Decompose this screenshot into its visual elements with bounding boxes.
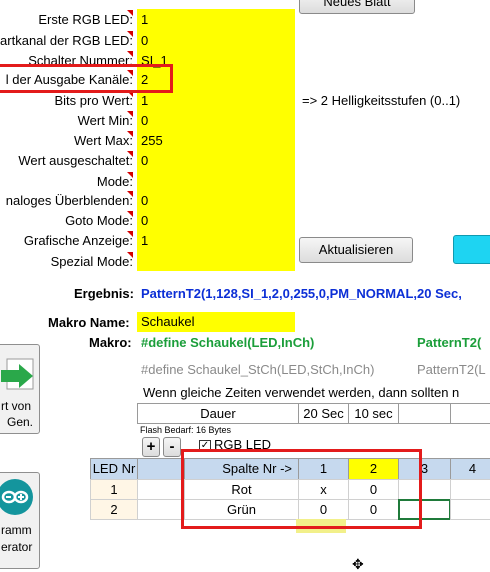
param-label: naloges Überblenden: [5, 193, 133, 208]
result-value: PatternT2(1,128,SI_1,2,0,255,0,PM_NORMAL… [141, 286, 462, 301]
comment-marker-icon [127, 252, 133, 258]
comment-marker-icon [127, 10, 133, 16]
param-label: Wert Min: [77, 113, 133, 128]
side-button-export[interactable]: rt von Gen. [0, 344, 40, 434]
side-button-text: erator [1, 540, 33, 554]
macro-label: Makro: [89, 335, 132, 350]
table-header-led: LED Nr [90, 458, 138, 480]
param-value-graphic-display[interactable]: 1 [141, 231, 148, 251]
comment-marker-icon [127, 172, 133, 178]
macro-pattern-stch: PatternT2(L [417, 362, 486, 377]
led-number: 1 [90, 479, 138, 500]
side-button-text: rt von [1, 399, 32, 413]
comment-marker-icon [127, 111, 133, 117]
arrow-right-icon [0, 357, 37, 395]
param-label: Grafische Anzeige: [23, 233, 133, 248]
comment-marker-icon [127, 51, 133, 57]
side-button-text: ramm [1, 523, 32, 537]
param-label: Erste RGB LED: [38, 12, 133, 27]
param-value-first-rgb-led[interactable]: 1 [141, 10, 148, 30]
param-value-goto-mode[interactable]: 0 [141, 211, 148, 231]
duration-header: Dauer [137, 403, 299, 424]
param-label: Wert Max: [74, 133, 133, 148]
comment-marker-icon [127, 131, 133, 137]
duration-cell-2[interactable]: 10 sec [348, 403, 399, 424]
led-value-cell[interactable] [450, 479, 490, 500]
led-blank [137, 479, 185, 500]
duration-cell-1[interactable]: 20 Sec [298, 403, 349, 424]
highlight-table [181, 449, 422, 529]
comment-marker-icon [127, 191, 133, 197]
param-label: Goto Mode: [65, 213, 133, 228]
update-button[interactable]: Aktualisieren [299, 237, 413, 263]
macro-name-value: Schaukel [141, 314, 195, 329]
cyan-button[interactable] [453, 235, 490, 264]
bits-note: => 2 Helligkeitsstufen (0..1) [302, 93, 461, 108]
param-label: Bits pro Wert: [54, 93, 133, 108]
param-label: Spezial Mode: [50, 254, 133, 269]
param-value-off[interactable]: 0 [141, 151, 148, 171]
led-blank [137, 499, 185, 520]
param-value-start-channel[interactable]: 0 [141, 31, 148, 51]
led-value-cell[interactable] [450, 499, 490, 520]
macro-define-stch: #define Schaukel_StCh(LED,StCh,InCh) [141, 362, 375, 377]
flash-info: Flash Bedarf: 16 Bytes [140, 425, 232, 435]
led-number: 2 [90, 499, 138, 520]
add-column-button[interactable]: + [142, 437, 160, 457]
new-sheet-button[interactable]: Neues Blatt [299, 0, 415, 14]
arduino-logo-icon [0, 477, 35, 517]
result-label: Ergebnis: [74, 286, 134, 301]
side-button-text: Gen. [7, 415, 34, 429]
side-button-program-generator[interactable]: ramm erator [0, 472, 40, 569]
comment-marker-icon [127, 151, 133, 157]
highlight-output-channels [0, 64, 173, 93]
comment-marker-icon [127, 211, 133, 217]
macro-pattern: PatternT2( [417, 335, 482, 350]
duration-cell-4[interactable] [450, 403, 490, 424]
table-header-col-4: 4 [450, 458, 490, 480]
param-value-bits-per-value[interactable]: 1 [141, 91, 148, 111]
param-value-max[interactable]: 255 [141, 131, 163, 151]
param-value-analog-fade[interactable]: 0 [141, 191, 148, 211]
comment-marker-icon [127, 31, 133, 37]
macro-name-field[interactable]: Schaukel [137, 312, 295, 332]
move-cursor-icon: ✥ [352, 556, 364, 572]
duration-cell-3[interactable] [398, 403, 451, 424]
remove-column-button[interactable]: - [163, 437, 181, 457]
param-label: Wert ausgeschaltet: [18, 153, 133, 168]
comment-marker-icon [127, 231, 133, 237]
param-label: artkanal der RGB LED: [0, 33, 133, 48]
macro-define: #define Schaukel(LED,InCh) [141, 335, 315, 350]
table-header-empty [137, 458, 185, 480]
macro-name-label: Makro Name: [48, 315, 130, 330]
warning-text: Wenn gleiche Zeiten verwendet werden, da… [143, 385, 460, 400]
param-value-min[interactable]: 0 [141, 111, 148, 131]
